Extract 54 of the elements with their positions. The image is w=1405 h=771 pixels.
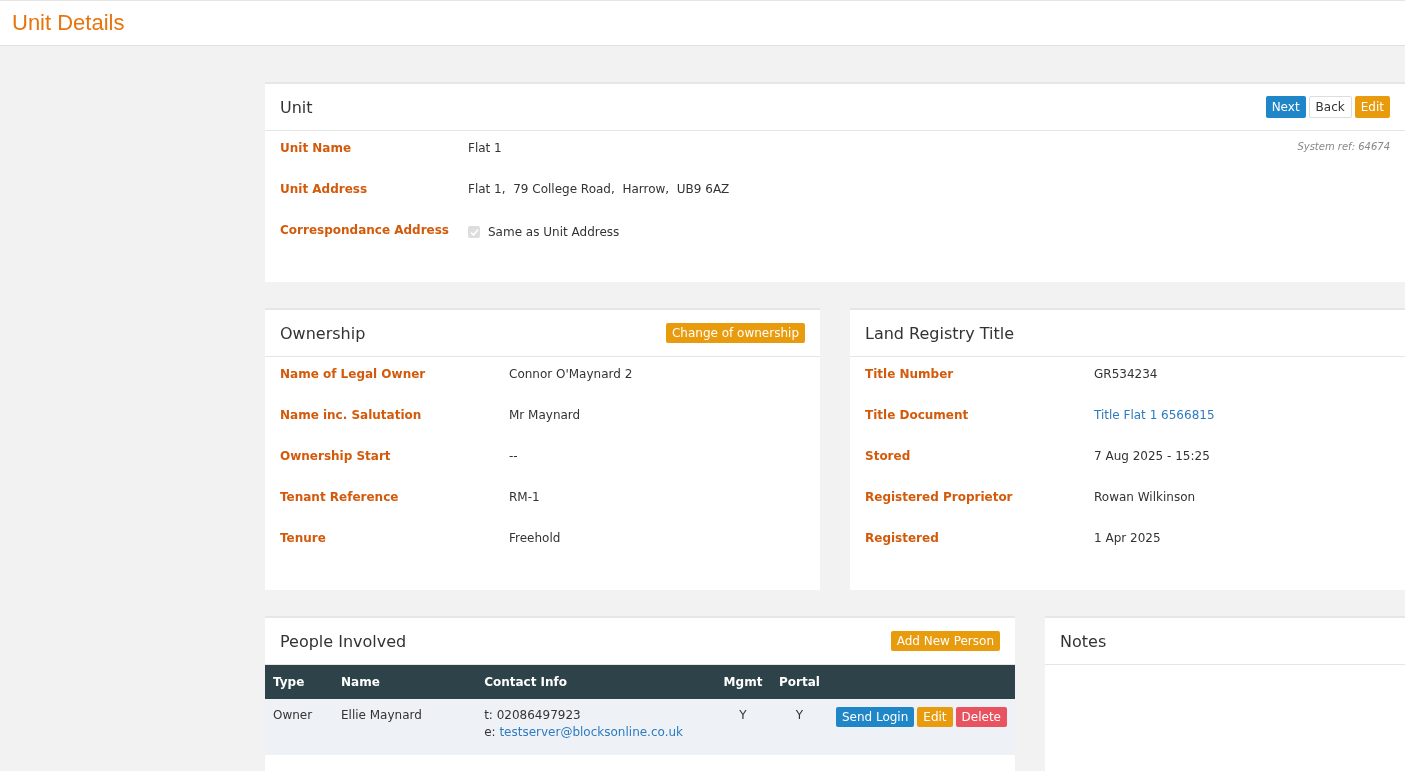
field-label: Correspondance Address — [280, 223, 450, 237]
back-button[interactable]: Back — [1308, 96, 1352, 118]
same-address-checkbox[interactable] — [468, 226, 480, 238]
checkbox-label: Same as Unit Address — [488, 225, 620, 239]
field-label: Title Number — [865, 367, 955, 381]
change-ownership-button[interactable]: Change of ownership — [665, 323, 805, 343]
table-cell: Ellie Maynard — [333, 699, 477, 755]
field-label: Unit Address — [280, 182, 369, 196]
field-label: Tenure — [280, 531, 327, 545]
panel-title: Unit — [280, 97, 313, 117]
delete-button[interactable]: Delete — [955, 707, 1007, 727]
column-header: Contact Info — [476, 665, 716, 699]
field-value: GR534234 — [1094, 367, 1158, 381]
edit-button[interactable]: Edit — [1354, 96, 1390, 118]
column-header: Name — [333, 665, 477, 699]
panel-title: People Involved — [280, 631, 407, 651]
field-label: Name of Legal Owner — [280, 367, 427, 381]
system-ref: System ref: 64674 — [1297, 141, 1390, 152]
field-label: Unit Name — [280, 141, 353, 155]
column-header: Mgmt — [715, 665, 771, 699]
field-label: Title Document — [865, 408, 970, 422]
table-cell: Y — [715, 699, 771, 755]
field-value: Connor O'Maynard 2 — [509, 367, 633, 381]
add-person-button[interactable]: Add New Person — [890, 631, 1000, 651]
field-label: Registered — [865, 531, 940, 545]
email-label: e: — [484, 725, 496, 739]
field-value: Flat 1, 79 College Road, Harrow, UB9 6AZ — [468, 182, 730, 196]
phone-text: t: 02086497923 — [484, 708, 582, 722]
field-label: Stored — [865, 449, 912, 463]
field-value: Mr Maynard — [509, 408, 581, 422]
table-cell: Y — [770, 699, 828, 755]
field-value: 1 Apr 2025 — [1094, 531, 1161, 545]
field-label: Registered Proprietor — [865, 490, 1014, 504]
field-label: Ownership Start — [280, 449, 392, 463]
field-value: Flat 1 — [468, 141, 502, 155]
field-value: Rowan Wilkinson — [1094, 490, 1196, 504]
edit-button[interactable]: Edit — [917, 707, 953, 727]
column-header: Type — [265, 665, 333, 699]
field-value: -- — [509, 449, 518, 463]
field-value: Freehold — [509, 531, 561, 545]
field-value: 7 Aug 2025 - 15:25 — [1094, 449, 1210, 463]
column-header: Portal — [770, 665, 828, 699]
panel-title: Land Registry Title — [865, 323, 1014, 343]
field-label: Tenant Reference — [280, 490, 400, 504]
table-cell: Owner — [265, 699, 333, 755]
panel-title: Notes — [1060, 631, 1107, 651]
panel-title: Ownership — [280, 323, 366, 343]
title-document-link[interactable]: Title Flat 1 6566815 — [1094, 408, 1215, 422]
page-title: Unit Details — [12, 10, 125, 36]
field-label: Name inc. Salutation — [280, 408, 423, 422]
next-button[interactable]: Next — [1265, 96, 1306, 118]
field-value: RM-1 — [509, 490, 540, 504]
send-login-button[interactable]: Send Login — [835, 707, 915, 727]
email-link[interactable]: testserver@blocksonline.co.uk — [499, 725, 684, 739]
